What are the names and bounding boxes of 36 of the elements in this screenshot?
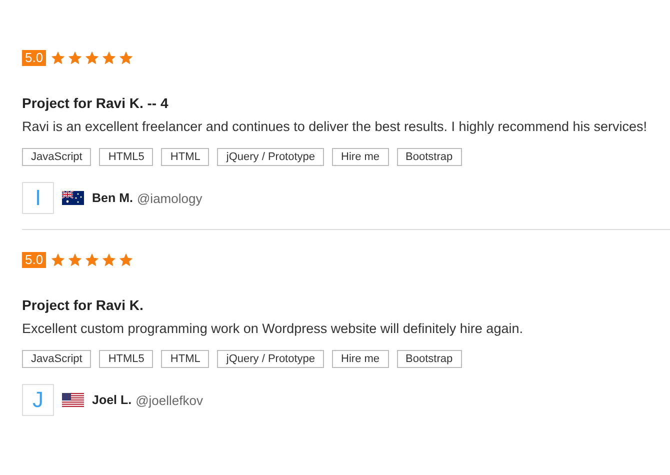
avatar: I (22, 182, 54, 214)
star-icon (50, 252, 66, 268)
skill-tag[interactable]: Hire me (332, 350, 389, 368)
avatar: J (22, 384, 54, 416)
star-icon (101, 252, 118, 268)
star-icon (84, 252, 100, 268)
star-icon (84, 50, 100, 66)
skill-tag[interactable]: Bootstrap (396, 350, 462, 368)
flag-icon (62, 393, 84, 407)
review-text: Ravi is an excellent freelancer and continues to deliver the best results. I highly recommend his services! (22, 119, 648, 134)
star-icon (118, 252, 134, 268)
skill-tag[interactable]: Hire me (332, 148, 389, 166)
star-icon (50, 50, 66, 66)
star-icon (67, 252, 84, 268)
review-text: Excellent custom programming work on Wordpress website will definitely hire again. (22, 321, 524, 336)
skill-tag[interactable]: HTML5 (99, 148, 154, 166)
skill-tag[interactable]: HTML5 (99, 350, 154, 368)
reviewer-handle[interactable]: @iamology (136, 190, 202, 206)
rating-score: 5.0 (22, 50, 46, 66)
skill-tag[interactable]: HTML (161, 350, 210, 368)
star-icon (101, 50, 118, 66)
skill-tag[interactable]: jQuery / Prototype (217, 148, 324, 166)
star-icon (118, 50, 134, 66)
skill-tag[interactable]: jQuery / Prototype (217, 350, 324, 368)
skill-tag[interactable]: Bootstrap (396, 148, 462, 166)
skill-tag[interactable]: HTML (161, 148, 210, 166)
star-icon (67, 50, 84, 66)
skill-tag[interactable]: JavaScript (22, 148, 92, 166)
flag-icon (62, 191, 84, 205)
review-title: Project for Ravi K. (22, 297, 144, 313)
rating-score: 5.0 (22, 252, 46, 268)
skill-tag[interactable]: JavaScript (22, 350, 92, 368)
review-title: Project for Ravi K. -- 4 (22, 95, 170, 111)
reviewer-name[interactable]: Ben M. (92, 191, 133, 205)
reviewer-handle[interactable]: @joellefkov (136, 392, 203, 408)
reviewer-name[interactable]: Joel L. (92, 393, 132, 407)
